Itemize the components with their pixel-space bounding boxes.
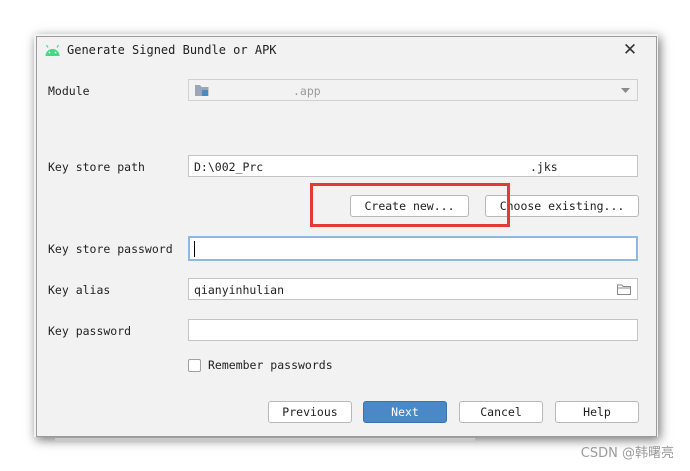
next-button[interactable]: Next (363, 401, 447, 423)
watermark: CSDN @韩曙亮 (580, 446, 674, 461)
key-alias-label: Key alias (48, 283, 111, 297)
highlight-box (310, 183, 510, 227)
title-bar: Generate Signed Bundle or APK ✕ (37, 37, 656, 65)
keystore-path-input[interactable]: D:\002_Prc .jks (188, 155, 638, 177)
chevron-down-icon (621, 88, 630, 93)
redacted-path-mask (265, 157, 523, 175)
keystore-path-suffix: .jks (530, 160, 558, 174)
key-password-input[interactable] (188, 319, 638, 341)
android-logo-icon (45, 44, 60, 56)
key-alias-value: qianyinhulian (194, 283, 285, 297)
help-button[interactable]: Help (555, 401, 639, 423)
previous-button[interactable]: Previous (268, 401, 352, 423)
module-folder-icon (195, 85, 209, 96)
keystore-path-label: Key store path (48, 160, 145, 174)
key-password-label: Key password (48, 324, 132, 338)
module-select[interactable]: .app (188, 79, 638, 101)
close-icon[interactable]: ✕ (620, 40, 640, 60)
signed-apk-dialog: Generate Signed Bundle or APK ✕ Module .… (36, 36, 657, 437)
background-text-fragment (55, 438, 475, 441)
key-alias-input[interactable]: qianyinhulian (188, 278, 638, 300)
dialog-title: Generate Signed Bundle or APK (67, 43, 277, 57)
remember-passwords-label: Remember passwords (208, 358, 333, 372)
text-cursor (194, 241, 195, 257)
keystore-password-input[interactable] (188, 236, 638, 261)
module-label: Module (48, 84, 90, 98)
folder-icon[interactable] (617, 284, 631, 295)
module-value: .app (293, 84, 321, 98)
keystore-path-prefix: D:\002_Prc (194, 160, 264, 174)
cancel-button[interactable]: Cancel (459, 401, 543, 423)
remember-passwords-checkbox[interactable] (188, 359, 201, 372)
keystore-password-label: Key store password (48, 242, 173, 256)
